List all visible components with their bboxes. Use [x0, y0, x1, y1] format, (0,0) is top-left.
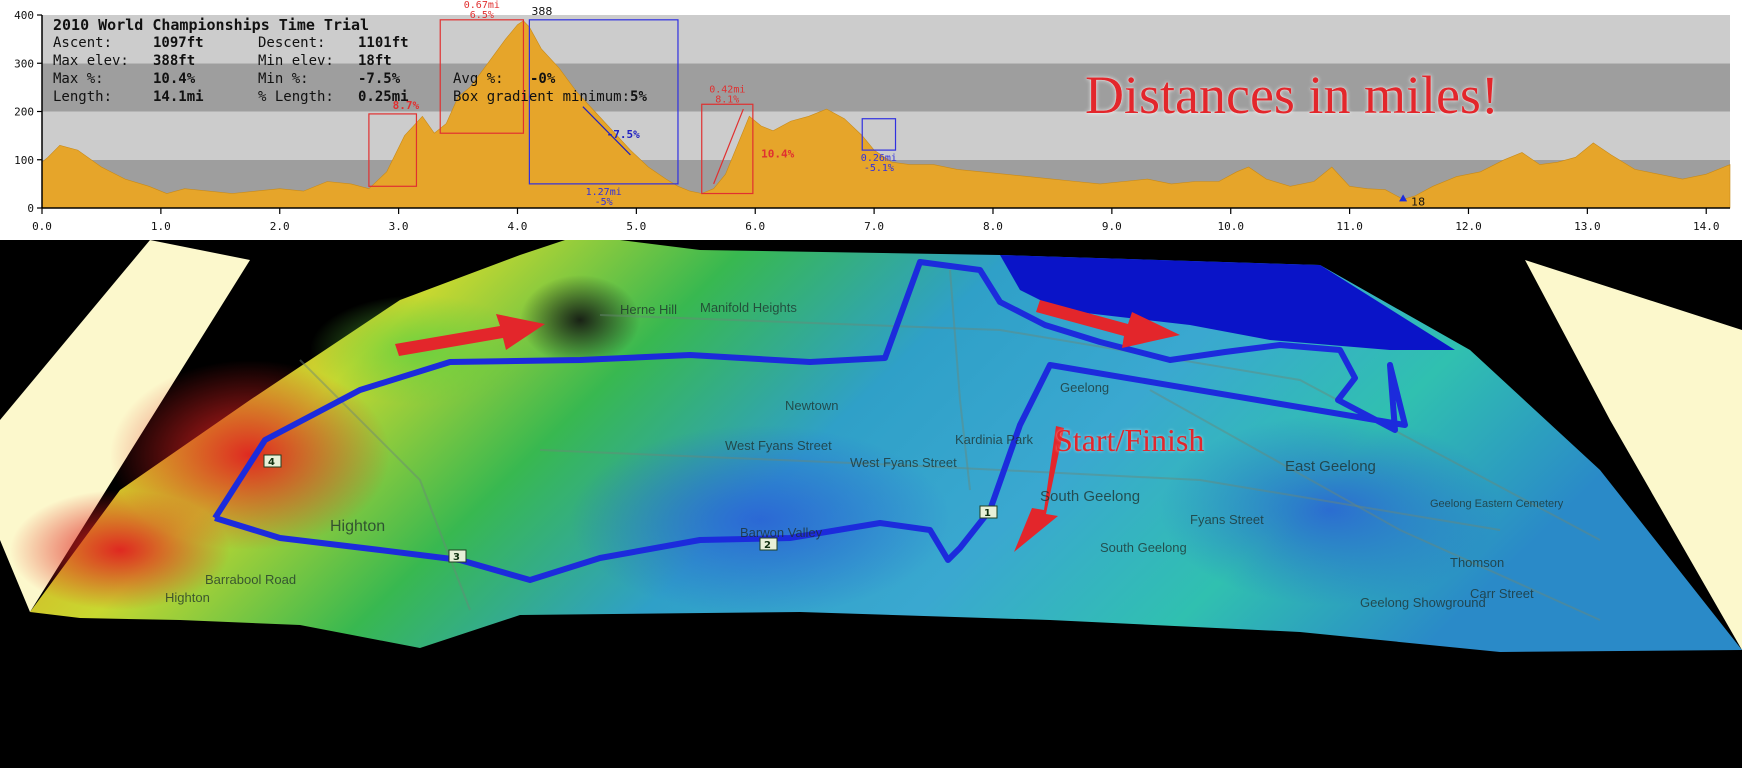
- x-tick-label-13: 13.0: [1574, 220, 1601, 233]
- x-tick-label-8: 8.0: [983, 220, 1003, 233]
- max-pct-label: Max %:: [53, 71, 104, 87]
- street-kardinia-park: Kardinia Park: [955, 432, 1034, 447]
- y-tick-label-2: 200: [14, 106, 34, 119]
- min-pct-label: Min %:: [258, 71, 309, 87]
- grade-annotation-0: -7.5%: [607, 128, 640, 141]
- stats-row-elevation: Max elev: 388ft Min elev: 18ft: [53, 52, 647, 70]
- street-manifold-heights: Manifold Heights: [700, 300, 797, 315]
- street-highton-2: Highton: [165, 590, 210, 605]
- street-geelong: Geelong: [1060, 380, 1110, 395]
- avg-pct-value: -0%: [530, 71, 556, 87]
- street-herne-hill: Herne Hill: [620, 302, 678, 317]
- climb-box-2-grade: -5%: [595, 197, 613, 208]
- ascent-value: 1097ft: [153, 35, 204, 51]
- max-elev-value: 388ft: [153, 53, 196, 69]
- grade-annotation-1: 10.4%: [761, 147, 794, 160]
- chart-title: 2010 World Championships Time Trial: [53, 16, 370, 34]
- marker-1: 1: [984, 508, 991, 519]
- marker-3: 3: [453, 552, 460, 563]
- route-stats: 2010 World Championships Time Trial Asce…: [53, 16, 647, 106]
- min-elev-label: Min elev:: [258, 53, 334, 69]
- y-tick-label-0: 0: [27, 202, 34, 215]
- descent-value: 1101ft: [358, 35, 409, 51]
- ascent-label: Ascent:: [53, 35, 113, 51]
- avg-pct-label: Avg %:: [453, 71, 504, 87]
- street-west-fyans: West Fyans Street: [725, 438, 832, 453]
- terrain-map-panel: 1 2 3 4 Start/Finish Highton Barrabool R…: [0, 240, 1742, 768]
- stats-row-length: Length: 14.1mi % Length: 0.25mi Box gradient…: [53, 88, 647, 106]
- x-tick-label-11: 11.0: [1336, 220, 1363, 233]
- y-tick-label-4: 400: [14, 9, 34, 22]
- street-south-geelong: South Geelong: [1040, 488, 1141, 505]
- max-pct-value: 10.4%: [153, 71, 196, 87]
- x-tick-label-3: 3.0: [389, 220, 409, 233]
- x-tick-label-0: 0.0: [32, 220, 52, 233]
- x-tick-label-9: 9.0: [1102, 220, 1122, 233]
- elevation-profile-panel: 0.0 1.0 2.0 3.0 4.0 5.0 6.0 7.0 8.0 9.0 10.0 11.0 12…: [0, 0, 1742, 240]
- distances-headline: Distances in miles!: [1085, 65, 1499, 125]
- pct-length-value: 0.25mi: [358, 89, 409, 105]
- street-newtown: Newtown: [785, 398, 839, 413]
- street-eastern-cemetery: Geelong Eastern Cemetery: [1430, 498, 1564, 510]
- descent-label: Descent:: [258, 35, 326, 51]
- x-tick-label-12: 12.0: [1455, 220, 1482, 233]
- marker-2: 2: [764, 540, 771, 551]
- street-barrabool: Barrabool Road: [205, 572, 297, 587]
- box-gradient-label: Box gradient minimum:: [453, 89, 631, 105]
- x-tick-label-5: 5.0: [626, 220, 646, 233]
- street-fyans: Fyans Street: [1190, 512, 1264, 527]
- x-tick-label-7: 7.0: [864, 220, 884, 233]
- street-east-geelong: East Geelong: [1285, 458, 1376, 475]
- street-barwon-valley: Barwon Valley: [740, 525, 823, 540]
- length-value: 14.1mi: [153, 89, 204, 105]
- street-carr: Carr Street: [1470, 586, 1534, 601]
- y-tick-label-1: 100: [14, 154, 34, 167]
- x-tick-label-6: 6.0: [745, 220, 765, 233]
- x-tick-label-14: 14.0: [1693, 220, 1720, 233]
- min-elev-value: 18ft: [358, 53, 392, 69]
- valley-blue-2: [1160, 415, 1500, 605]
- min-label: 18: [1411, 195, 1425, 208]
- stats-row-ascent: Ascent: 1097ft Descent: 1101ft: [53, 34, 647, 52]
- x-tick-label-2: 2.0: [270, 220, 290, 233]
- dark-ridge: [520, 275, 640, 365]
- climb-box-4-grade: -5.1%: [864, 163, 894, 174]
- length-label: Length:: [53, 89, 113, 105]
- max-elev-label: Max elev:: [53, 53, 129, 69]
- climb-box-3-grade: 8.1%: [715, 94, 739, 105]
- pct-length-label: % Length:: [258, 89, 334, 105]
- street-highton: Highton: [330, 518, 386, 535]
- x-tick-label-10: 10.0: [1217, 220, 1244, 233]
- street-thomson: Thomson: [1450, 555, 1505, 570]
- y-tick-label-3: 300: [14, 57, 34, 70]
- marker-4: 4: [268, 457, 275, 468]
- street-west-fyans-2: West Fyans Street: [850, 455, 957, 470]
- min-pct-value: -7.5%: [358, 71, 401, 87]
- start-finish-label: Start/Finish: [1055, 422, 1205, 458]
- box-gradient-value: 5%: [630, 89, 647, 105]
- stats-row-gradient: Max %: 10.4% Min %: -7.5% Avg %: -0%: [53, 70, 647, 88]
- street-south-geelong-2: South Geelong: [1100, 540, 1187, 555]
- street-showground: Geelong Showground: [1360, 595, 1486, 610]
- x-tick-label-4: 4.0: [508, 220, 528, 233]
- x-tick-label-1: 1.0: [151, 220, 171, 233]
